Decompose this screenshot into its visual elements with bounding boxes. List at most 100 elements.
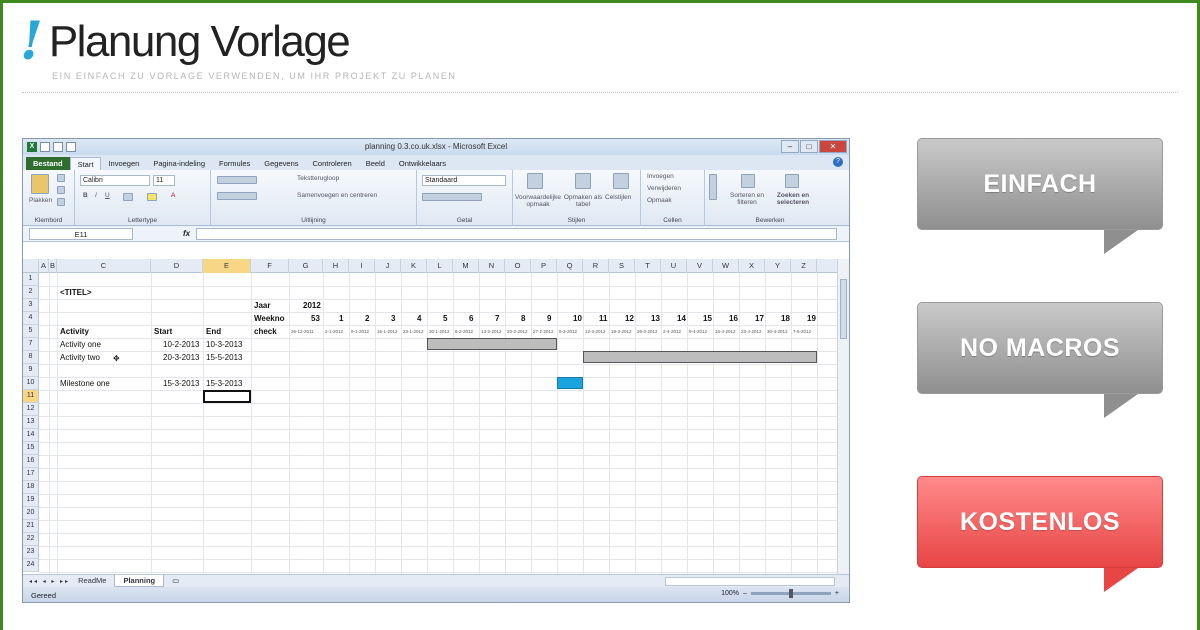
font-color-button[interactable]: A [171,192,175,199]
tab-gegevens[interactable]: Gegevens [257,157,305,170]
zoeken-button[interactable]: Zoeken en selecteren [771,192,815,206]
column-header-j[interactable]: J [375,259,401,273]
bold-button[interactable]: B [83,192,88,199]
tab-pagina-indeling[interactable]: Pagina-indeling [146,157,212,170]
italic-button[interactable]: I [95,192,97,199]
horizontal-scrollbar[interactable] [665,577,835,586]
samenvoegen-button[interactable]: Samenvoegen en centreren [297,192,377,199]
column-header-p[interactable]: P [531,259,557,273]
row-header-20[interactable]: 20 [23,507,39,520]
column-header-x[interactable]: X [739,259,765,273]
column-header-q[interactable]: Q [557,259,583,273]
row-header-23[interactable]: 23 [23,546,39,559]
zoom-out-icon[interactable]: – [743,590,747,597]
row-header-1[interactable]: 1 [23,273,39,286]
align-top-icons[interactable] [217,176,257,184]
number-format-icons[interactable] [422,193,482,201]
sheet-nav-arrows[interactable]: ◂◂ ◂ ▸ ▸▸ [29,578,70,585]
column-header-k[interactable]: K [401,259,427,273]
row-header-21[interactable]: 21 [23,520,39,533]
opmaak-button[interactable]: Opmaak [647,197,672,204]
voorwaardelijke-button[interactable]: Voorwaardelijke opmaak [515,194,561,208]
column-header-s[interactable]: S [609,259,635,273]
fx-icon[interactable]: fx [183,229,190,238]
opmaken-tabel-button[interactable]: Opmaken als tabel [563,194,603,208]
tab-beeld[interactable]: Beeld [359,157,392,170]
column-header-z[interactable]: Z [791,259,817,273]
row-header-19[interactable]: 19 [23,494,39,507]
close-icon[interactable]: ✕ [819,140,847,153]
format-painter-icon[interactable] [57,198,65,206]
minimize-icon[interactable]: – [781,140,799,153]
row-header-13[interactable]: 13 [23,416,39,429]
zoom-slider[interactable] [750,589,831,598]
row-header-8[interactable]: 8 [23,351,39,364]
row-header-17[interactable]: 17 [23,468,39,481]
align-horizontal-icons[interactable] [217,192,257,200]
select-all-corner[interactable] [23,259,39,273]
maximize-icon[interactable]: □ [800,140,818,153]
column-header-h[interactable]: H [323,259,349,273]
column-header-m[interactable]: M [453,259,479,273]
column-header-t[interactable]: T [635,259,661,273]
autosum-icons[interactable] [709,174,717,200]
formula-input[interactable] [196,227,837,240]
conditional-format-icon[interactable] [527,173,543,189]
selected-cell-e11[interactable] [203,390,251,403]
tab-bestand[interactable]: Bestand [26,157,70,170]
new-sheet-icon[interactable]: ▭ [164,575,187,587]
fill-color-icon[interactable] [147,193,157,201]
help-icon[interactable]: ? [833,157,843,167]
number-format-select[interactable]: Standaard [422,175,506,186]
column-header-d[interactable]: D [151,259,203,273]
tab-controleren[interactable]: Controleren [306,157,359,170]
cut-icon[interactable] [57,174,65,182]
borders-icon[interactable] [123,193,133,201]
paste-icon[interactable] [31,174,49,194]
column-header-u[interactable]: U [661,259,687,273]
column-header-y[interactable]: Y [765,259,791,273]
column-header-w[interactable]: W [713,259,739,273]
cell-styles-icon[interactable] [613,173,629,189]
column-header-f[interactable]: F [251,259,289,273]
column-header-g[interactable]: G [289,259,323,273]
verwijderen-button[interactable]: Verwijderen [647,185,681,192]
zoom-in-icon[interactable]: + [835,590,839,597]
row-header-14[interactable]: 14 [23,429,39,442]
vertical-scrollbar[interactable] [837,259,849,574]
name-box[interactable]: E11 [29,227,133,240]
tekstterugloop-button[interactable]: Tekstterugloop [297,175,339,182]
copy-icon[interactable] [57,186,65,194]
column-header-r[interactable]: R [583,259,609,273]
row-header-16[interactable]: 16 [23,455,39,468]
spreadsheet-grid[interactable]: ABCDEFGHIJKLMNOPQRSTUVWXYZ 1 2 3 4 5 7 8 9 10 11 1… [23,259,849,574]
column-header-v[interactable]: V [687,259,713,273]
row-header-7[interactable]: 7 [23,338,39,351]
row-header-2[interactable]: 2 [23,286,39,299]
column-header-a[interactable]: A [39,259,49,273]
row-header-22[interactable]: 22 [23,533,39,546]
row-header-12[interactable]: 12 [23,403,39,416]
column-header-i[interactable]: I [349,259,375,273]
row-header-15[interactable]: 15 [23,442,39,455]
column-header-n[interactable]: N [479,259,505,273]
font-name-select[interactable]: Calibri [80,175,150,186]
tab-start[interactable]: Start [69,157,102,170]
row-header-5[interactable]: 5 [23,325,39,338]
sheet-tab-readme[interactable]: ReadMe [70,575,114,587]
column-header-e[interactable]: E [203,259,251,273]
underline-button[interactable]: U [105,192,110,199]
scrollbar-thumb[interactable] [840,279,847,339]
column-header-c[interactable]: C [57,259,151,273]
binoculars-icon[interactable] [785,174,799,188]
column-header-l[interactable]: L [427,259,453,273]
celstijlen-button[interactable]: Celstijlen [605,194,631,201]
sheet-tab-planning[interactable]: Planning [114,575,165,587]
format-table-icon[interactable] [575,173,591,189]
tab-invoegen[interactable]: Invoegen [101,157,146,170]
row-header-10[interactable]: 10 [23,377,39,390]
row-header-3[interactable]: 3 [23,299,39,312]
tab-formules[interactable]: Formules [212,157,257,170]
row-header-4[interactable]: 4 [23,312,39,325]
row-header-11[interactable]: 11 [23,390,39,403]
